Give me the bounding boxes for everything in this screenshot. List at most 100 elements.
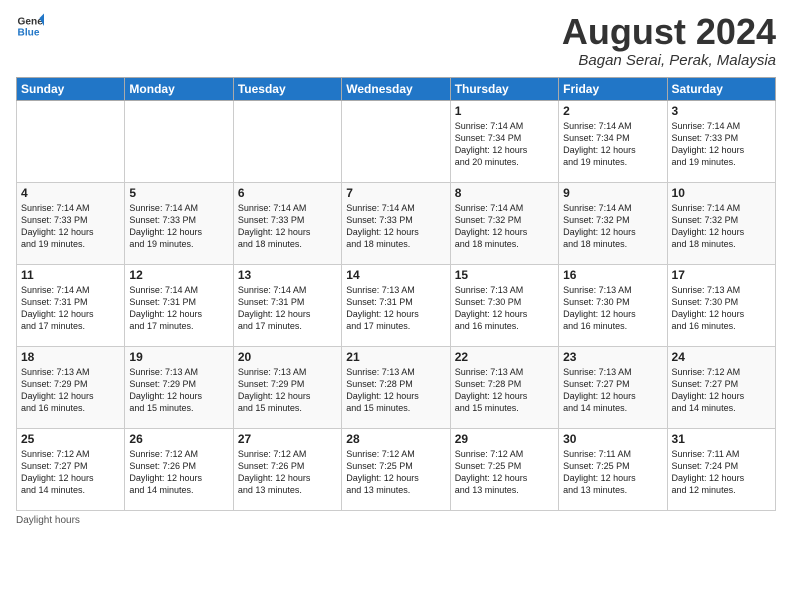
calendar-cell: 21 Sunrise: 7:13 AM Sunset: 7:28 PM Dayli… bbox=[342, 346, 450, 428]
day-number: 31 bbox=[672, 432, 771, 446]
calendar-cell: 25 Sunrise: 7:12 AM Sunset: 7:27 PM Dayli… bbox=[17, 428, 125, 510]
calendar-cell: 30 Sunrise: 7:11 AM Sunset: 7:25 PM Dayli… bbox=[559, 428, 667, 510]
header-day: Saturday bbox=[667, 77, 775, 100]
day-info: Sunrise: 7:14 AM Sunset: 7:33 PM Dayligh… bbox=[129, 202, 228, 251]
page: General Blue August 2024 Bagan Serai, Pe… bbox=[0, 0, 792, 534]
calendar-cell: 18Sunrise: 7:13 AM Sunset: 7:29 PM Dayli… bbox=[17, 346, 125, 428]
day-info: Sunrise: 7:12 AM Sunset: 7:26 PM Dayligh… bbox=[238, 448, 337, 497]
title-block: August 2024 Bagan Serai, Perak, Malaysia bbox=[562, 12, 776, 69]
day-info: Sunrise: 7:14 AM Sunset: 7:31 PM Dayligh… bbox=[238, 284, 337, 333]
day-info: Sunrise: 7:12 AM Sunset: 7:25 PM Dayligh… bbox=[455, 448, 554, 497]
calendar-cell: 20Sunrise: 7:13 AM Sunset: 7:29 PM Dayli… bbox=[233, 346, 341, 428]
day-info: Sunrise: 7:13 AM Sunset: 7:28 PM Dayligh… bbox=[455, 366, 554, 415]
day-number: 3 bbox=[672, 104, 771, 118]
calendar-cell: 16 Sunrise: 7:13 AM Sunset: 7:30 PM Dayli… bbox=[559, 264, 667, 346]
day-info: Sunrise: 7:14 AM Sunset: 7:33 PM Dayligh… bbox=[21, 202, 120, 251]
calendar-cell: 8 Sunrise: 7:14 AM Sunset: 7:32 PM Daylig… bbox=[450, 182, 558, 264]
day-info: Sunrise: 7:14 AM Sunset: 7:33 PM Dayligh… bbox=[238, 202, 337, 251]
day-info: Sunrise: 7:14 AM Sunset: 7:32 PM Dayligh… bbox=[455, 202, 554, 251]
day-number: 25 bbox=[21, 432, 120, 446]
day-info: Sunrise: 7:14 AM Sunset: 7:33 PM Dayligh… bbox=[672, 120, 771, 169]
day-number: 22 bbox=[455, 350, 554, 364]
day-number: 6 bbox=[238, 186, 337, 200]
day-info: Sunrise: 7:11 AM Sunset: 7:25 PM Dayligh… bbox=[563, 448, 662, 497]
day-info: Sunrise: 7:13 AM Sunset: 7:28 PM Dayligh… bbox=[346, 366, 445, 415]
calendar-cell: 28Sunrise: 7:12 AM Sunset: 7:25 PM Dayli… bbox=[342, 428, 450, 510]
day-info: Sunrise: 7:11 AM Sunset: 7:24 PM Dayligh… bbox=[672, 448, 771, 497]
day-number: 1 bbox=[455, 104, 554, 118]
header-day: Thursday bbox=[450, 77, 558, 100]
day-number: 2 bbox=[563, 104, 662, 118]
calendar-cell: 6 Sunrise: 7:14 AM Sunset: 7:33 PM Daylig… bbox=[233, 182, 341, 264]
day-info: Sunrise: 7:14 AM Sunset: 7:34 PM Dayligh… bbox=[563, 120, 662, 169]
day-number: 8 bbox=[455, 186, 554, 200]
day-info: Sunrise: 7:14 AM Sunset: 7:33 PM Dayligh… bbox=[346, 202, 445, 251]
calendar-cell: 1 Sunrise: 7:14 AM Sunset: 7:34 PM Daylig… bbox=[450, 100, 558, 182]
day-info: Sunrise: 7:13 AM Sunset: 7:29 PM Dayligh… bbox=[129, 366, 228, 415]
day-info: Sunrise: 7:13 AM Sunset: 7:31 PM Dayligh… bbox=[346, 284, 445, 333]
day-number: 29 bbox=[455, 432, 554, 446]
day-number: 27 bbox=[238, 432, 337, 446]
day-info: Sunrise: 7:14 AM Sunset: 7:32 PM Dayligh… bbox=[672, 202, 771, 251]
day-number: 26 bbox=[129, 432, 228, 446]
day-info: Sunrise: 7:14 AM Sunset: 7:31 PM Dayligh… bbox=[21, 284, 120, 333]
day-number: 20 bbox=[238, 350, 337, 364]
day-number: 19 bbox=[129, 350, 228, 364]
day-info: Sunrise: 7:12 AM Sunset: 7:27 PM Dayligh… bbox=[21, 448, 120, 497]
calendar-cell: 11 Sunrise: 7:14 AM Sunset: 7:31 PM Dayli… bbox=[17, 264, 125, 346]
day-number: 14 bbox=[346, 268, 445, 282]
header-day: Wednesday bbox=[342, 77, 450, 100]
calendar-week-row: 25 Sunrise: 7:12 AM Sunset: 7:27 PM Dayli… bbox=[17, 428, 776, 510]
calendar-cell bbox=[125, 100, 233, 182]
day-number: 7 bbox=[346, 186, 445, 200]
day-number: 30 bbox=[563, 432, 662, 446]
day-info: Sunrise: 7:14 AM Sunset: 7:34 PM Dayligh… bbox=[455, 120, 554, 169]
header-day: Monday bbox=[125, 77, 233, 100]
calendar-cell: 24 Sunrise: 7:12 AM Sunset: 7:27 PM Dayli… bbox=[667, 346, 775, 428]
calendar-cell: 4 Sunrise: 7:14 AM Sunset: 7:33 PM Daylig… bbox=[17, 182, 125, 264]
header-day: Tuesday bbox=[233, 77, 341, 100]
header-row: SundayMondayTuesdayWednesdayThursdayFrid… bbox=[17, 77, 776, 100]
day-number: 16 bbox=[563, 268, 662, 282]
day-number: 15 bbox=[455, 268, 554, 282]
calendar-week-row: 18 Sunrise: 7:13 AM Sunset: 7:29 PM Dayli… bbox=[17, 346, 776, 428]
calendar-week-row: 11 Sunrise: 7:14 AM Sunset: 7:31 PM Dayli… bbox=[17, 264, 776, 346]
day-number: 18 bbox=[21, 350, 120, 364]
calendar-cell: 29 Sunrise: 7:12 AM Sunset: 7:25 PM Dayli… bbox=[450, 428, 558, 510]
calendar-cell bbox=[17, 100, 125, 182]
calendar-cell: 23 Sunrise: 7:13 AM Sunset: 7:27 PM Dayli… bbox=[559, 346, 667, 428]
day-number: 4 bbox=[21, 186, 120, 200]
day-info: Sunrise: 7:13 AM Sunset: 7:30 PM Dayligh… bbox=[563, 284, 662, 333]
calendar-week-row: 1 Sunrise: 7:14 AM Sunset: 7:34 PM Daylig… bbox=[17, 100, 776, 182]
day-info: Sunrise: 7:13 AM Sunset: 7:27 PM Dayligh… bbox=[563, 366, 662, 415]
day-info: Sunrise: 7:12 AM Sunset: 7:25 PM Dayligh… bbox=[346, 448, 445, 497]
calendar-cell: 17Sunrise: 7:13 AM Sunset: 7:30 PM Dayli… bbox=[667, 264, 775, 346]
calendar-table: SundayMondayTuesdayWednesdayThursdayFrid… bbox=[16, 77, 776, 511]
svg-text:Blue: Blue bbox=[18, 27, 40, 38]
day-number: 24 bbox=[672, 350, 771, 364]
calendar-cell: 27 Sunrise: 7:12 AM Sunset: 7:26 PM Dayli… bbox=[233, 428, 341, 510]
calendar-cell: 3 Sunrise: 7:14 AM Sunset: 7:33 PM Daylig… bbox=[667, 100, 775, 182]
day-number: 5 bbox=[129, 186, 228, 200]
logo: General Blue bbox=[16, 12, 44, 40]
calendar-cell: 19 Sunrise: 7:13 AM Sunset: 7:29 PM Dayli… bbox=[125, 346, 233, 428]
location: Bagan Serai, Perak, Malaysia bbox=[562, 52, 776, 69]
footer-label: Daylight hours bbox=[16, 515, 80, 526]
day-info: Sunrise: 7:12 AM Sunset: 7:27 PM Dayligh… bbox=[672, 366, 771, 415]
calendar-cell: 15 Sunrise: 7:13 AM Sunset: 7:30 PM Dayli… bbox=[450, 264, 558, 346]
logo-icon: General Blue bbox=[16, 12, 44, 40]
calendar-cell: 22 Sunrise: 7:13 AM Sunset: 7:28 PM Dayli… bbox=[450, 346, 558, 428]
day-info: Sunrise: 7:14 AM Sunset: 7:32 PM Dayligh… bbox=[563, 202, 662, 251]
day-number: 21 bbox=[346, 350, 445, 364]
calendar-cell: 26Sunrise: 7:12 AM Sunset: 7:26 PM Dayli… bbox=[125, 428, 233, 510]
header: General Blue August 2024 Bagan Serai, Pe… bbox=[16, 12, 776, 69]
day-number: 10 bbox=[672, 186, 771, 200]
day-number: 11 bbox=[21, 268, 120, 282]
month-title: August 2024 bbox=[562, 12, 776, 52]
calendar-week-row: 4 Sunrise: 7:14 AM Sunset: 7:33 PM Daylig… bbox=[17, 182, 776, 264]
calendar-cell bbox=[342, 100, 450, 182]
day-info: Sunrise: 7:13 AM Sunset: 7:30 PM Dayligh… bbox=[455, 284, 554, 333]
day-number: 23 bbox=[563, 350, 662, 364]
calendar-cell bbox=[233, 100, 341, 182]
calendar-cell: 7 Sunrise: 7:14 AM Sunset: 7:33 PM Daylig… bbox=[342, 182, 450, 264]
